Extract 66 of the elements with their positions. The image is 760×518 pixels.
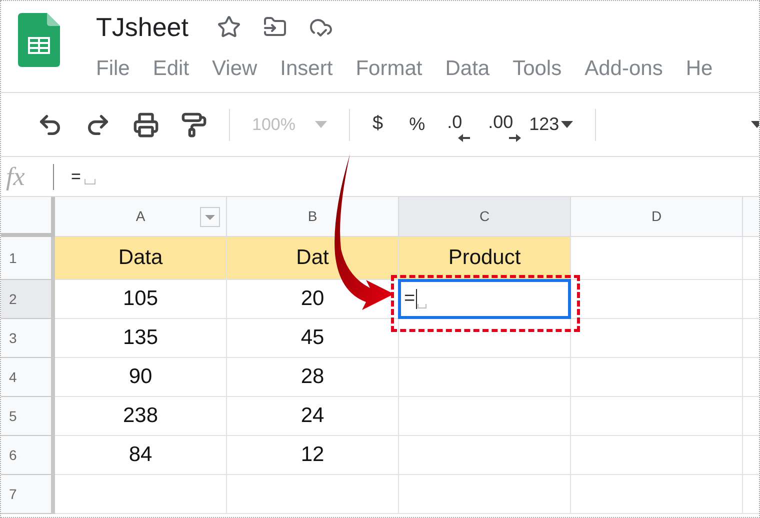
formula-input[interactable]: = bbox=[71, 164, 96, 190]
spreadsheet-logo-icon bbox=[18, 13, 60, 67]
cell-value: 105 bbox=[122, 286, 158, 312]
left-arrow-icon bbox=[458, 134, 470, 142]
editing-cell[interactable]: = bbox=[398, 279, 571, 319]
paint-format-icon[interactable] bbox=[181, 112, 207, 138]
cell-value: 20 bbox=[300, 286, 324, 312]
folder-icon[interactable] bbox=[262, 15, 286, 39]
table-cell[interactable] bbox=[399, 475, 571, 514]
space-marker-icon bbox=[417, 304, 428, 308]
cell-value: Data bbox=[118, 245, 163, 272]
cell-value: 238 bbox=[122, 403, 158, 430]
table-cell[interactable] bbox=[399, 358, 571, 397]
cell-value: 12 bbox=[300, 442, 324, 468]
table-cell[interactable] bbox=[399, 319, 571, 358]
table-cell[interactable] bbox=[571, 436, 743, 475]
number-format-dropdown[interactable]: 123 bbox=[529, 111, 574, 138]
percent-button[interactable]: % bbox=[409, 111, 426, 138]
row-header[interactable]: 3 bbox=[1, 319, 55, 358]
row-header[interactable]: 7 bbox=[1, 475, 55, 514]
increase-decimals-button[interactable]: .00 bbox=[488, 109, 518, 140]
menu-item[interactable]: He bbox=[686, 53, 713, 84]
menu-item[interactable]: Add-ons bbox=[584, 53, 663, 84]
menu-item[interactable]: Data bbox=[445, 53, 490, 84]
star-icon[interactable] bbox=[216, 15, 240, 39]
formula-label: fx bbox=[5, 161, 26, 193]
table-cell[interactable] bbox=[571, 358, 743, 397]
space-marker-icon bbox=[84, 179, 96, 186]
table-cell[interactable] bbox=[399, 436, 571, 475]
table-cell[interactable] bbox=[571, 319, 743, 358]
cell-value: 84 bbox=[128, 442, 152, 468]
row-header[interactable]: 1 bbox=[1, 237, 55, 280]
menu-item[interactable]: Edit bbox=[152, 53, 190, 84]
cell-value: Product bbox=[448, 245, 521, 272]
cell-value: 28 bbox=[300, 364, 324, 390]
column-header[interactable]: D bbox=[571, 197, 743, 237]
menu-item[interactable]: File bbox=[96, 53, 130, 84]
menu-item[interactable]: Tools bbox=[512, 53, 562, 84]
cell-value: Dat bbox=[296, 245, 329, 272]
menu-item[interactable]: Insert bbox=[280, 53, 333, 84]
caret-icon bbox=[561, 120, 574, 128]
menu-item[interactable]: View bbox=[212, 53, 258, 84]
decrease-decimals-button[interactable]: .0 bbox=[447, 109, 466, 140]
right-arrow-icon bbox=[509, 134, 522, 142]
caret-icon bbox=[315, 121, 328, 128]
table-cell[interactable] bbox=[571, 237, 743, 280]
cell-value: 24 bbox=[300, 403, 324, 430]
row-header[interactable]: 4 bbox=[1, 358, 55, 397]
table-cell[interactable] bbox=[55, 475, 227, 514]
row-header[interactable]: 2 bbox=[1, 280, 55, 319]
document-title[interactable]: TJsheet bbox=[96, 8, 188, 46]
table-cell[interactable] bbox=[571, 280, 743, 319]
row-header[interactable]: 5 bbox=[1, 397, 55, 436]
table-cell[interactable] bbox=[571, 397, 743, 436]
row-header[interactable]: 6 bbox=[1, 436, 55, 475]
currency-button[interactable]: $ bbox=[372, 110, 384, 139]
cell-value: 135 bbox=[122, 325, 158, 352]
filter-dropdown-icon[interactable] bbox=[200, 207, 220, 227]
table-cell[interactable] bbox=[399, 397, 571, 436]
table-cell[interactable] bbox=[571, 475, 743, 514]
table-cell[interactable] bbox=[227, 475, 399, 514]
printer-icon[interactable] bbox=[133, 112, 159, 138]
column-header[interactable]: C bbox=[399, 197, 571, 237]
cell-value: 90 bbox=[128, 364, 152, 390]
menu-item[interactable]: Format bbox=[356, 53, 422, 84]
cell-value: 45 bbox=[300, 325, 324, 352]
